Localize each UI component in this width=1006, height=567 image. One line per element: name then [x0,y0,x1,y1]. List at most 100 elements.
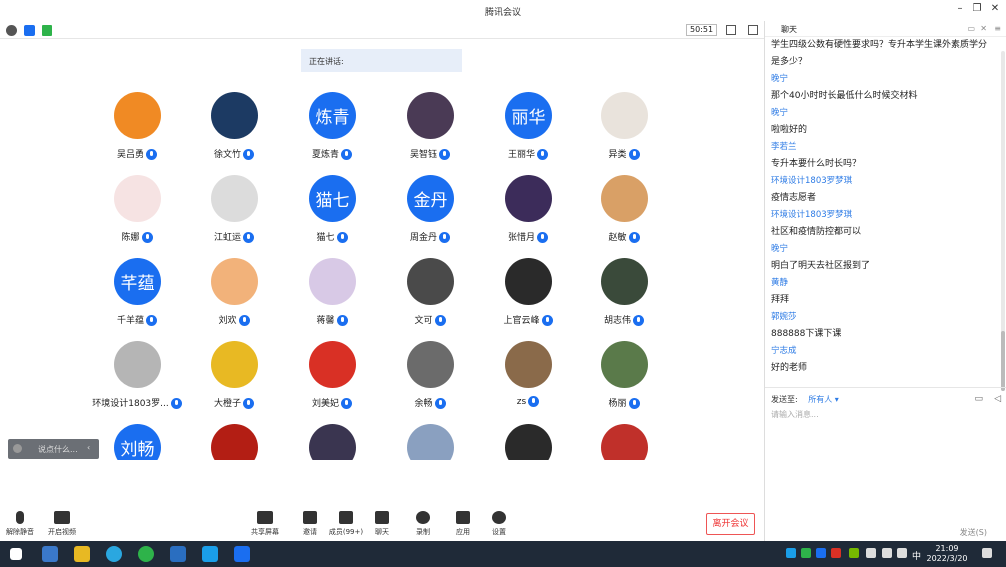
close-chat-icon[interactable]: ✕ [980,24,987,33]
participant-tile[interactable]: zs [479,341,577,421]
volume-icon[interactable] [897,548,907,558]
maximize-icon[interactable]: ❐ [970,3,984,14]
edge-icon[interactable] [106,546,122,562]
chevron-down-icon[interactable]: ▾ [835,395,839,404]
apps-button[interactable]: 应用 [448,511,478,537]
app-icon-2[interactable] [202,546,218,562]
close-icon[interactable]: ✕ [988,3,1002,14]
avatar [114,175,161,222]
chat-input[interactable]: 请输入消息... [771,409,819,420]
windows-start-icon[interactable] [10,548,22,560]
settings-button[interactable]: 设置 [484,511,514,537]
participant-name-row: 千羊蕴 [88,313,186,326]
fullscreen-icon[interactable] [726,25,736,35]
participant-tile[interactable]: 异类 [575,92,673,172]
chat-message: 拜拜 [771,295,790,305]
participant-tile[interactable]: 蒋馨 [283,258,381,338]
participant-tile[interactable]: 刘畅 [88,424,186,460]
avatar [505,258,552,305]
participant-tile[interactable]: 刘欢 [185,258,283,338]
tray-icon-1[interactable] [786,548,796,558]
participant-tile[interactable]: 炼青 夏炼青 [283,92,381,172]
signal-icon[interactable] [42,25,52,36]
leave-meeting-button[interactable]: 离开会议 [706,513,755,535]
chat-sender: 黄静 [771,278,789,288]
tray-icon-2[interactable] [801,548,811,558]
tray-icon-3[interactable] [816,548,826,558]
participant-tile[interactable]: 江虹运 [185,175,283,255]
participant-tile[interactable] [381,424,479,460]
battery-icon[interactable] [866,548,876,558]
members-button[interactable]: 成员(99+) [328,511,364,537]
participant-tile[interactable]: 赵敏 [575,175,673,255]
chat-menu-icon[interactable]: ≡ [994,24,1001,33]
layout-icon[interactable] [748,25,758,35]
tencent-meeting-icon[interactable] [234,546,250,562]
file-explorer-icon[interactable] [74,546,90,562]
participant-tile[interactable]: 吴智钰 [381,92,479,172]
invite-button[interactable]: 邀请 [295,511,325,537]
participant-tile[interactable] [575,424,673,460]
participant-tile[interactable]: 胡志伟 [575,258,673,338]
mic-icon [628,232,640,243]
participant-tile[interactable]: 刘美妃 [283,341,381,421]
share-screen-button[interactable]: 共享屏幕 [250,511,280,537]
security-shield-icon[interactable] [24,25,35,36]
send-button[interactable]: 发送(S) [960,527,987,538]
popout-icon[interactable]: ▭ [967,24,975,33]
participant-tile[interactable]: 芊蕴 千羊蕴 [88,258,186,338]
record-button[interactable]: 录制 [408,511,438,537]
participant-tile[interactable]: 上官云峰 [479,258,577,338]
chat-message: 好的老师 [771,363,808,373]
participant-name-row: 余畅 [381,396,479,409]
participant-tile[interactable]: 余畅 [381,341,479,421]
participant-name: 上官云峰 [503,316,540,326]
chat-sender: 郭婉莎 [771,312,797,322]
mute-button[interactable]: 解除静音 [4,511,36,537]
window-title: 腾讯会议 [484,8,521,18]
participant-tile[interactable]: 大橙子 [185,341,283,421]
floating-chat-input[interactable]: 说点什么... ‹ [8,439,99,459]
video-button[interactable]: 开启视频 [46,511,78,537]
participant-tile[interactable]: 猫七 猫七 [283,175,381,255]
chat-input-area: 发送至: 所有人 ▾ ▭ ◁ 请输入消息... 发送(S) [765,387,1006,541]
ime-indicator[interactable]: 中 [912,549,921,562]
folder-icon[interactable]: ▭ [974,394,983,404]
app-icon[interactable] [170,546,186,562]
participant-name: 吴智钰 [409,150,437,160]
chat-button[interactable]: 聊天 [367,511,397,537]
participant-tile[interactable]: 张惜月 [479,175,577,255]
chat-message: 明白了明天去社区报到了 [771,261,871,271]
participant-tile[interactable]: 徐文竹 [185,92,283,172]
tray-icon-4[interactable] [831,548,841,558]
participant-tile[interactable] [185,424,283,460]
participant-tile[interactable]: 环境设计1803罗... [88,341,186,421]
collapse-icon[interactable]: ‹ [87,443,90,452]
notification-icon[interactable] [982,548,992,558]
minimize-icon[interactable]: – [953,3,967,14]
wechat-icon[interactable] [138,546,154,562]
info-icon[interactable] [6,25,17,36]
screenshot-icon[interactable]: ◁ [994,394,1001,404]
emoji-icon[interactable] [13,444,22,453]
taskview-icon[interactable] [42,546,58,562]
participant-tile[interactable] [283,424,381,460]
participant-tile[interactable]: 杨丽 [575,341,673,421]
participant-tile[interactable]: 丽华 王丽华 [479,92,577,172]
invite-icon [303,511,317,524]
participant-tile[interactable]: 吴吕勇 [88,92,186,172]
chat-scrollbar[interactable] [1001,51,1005,391]
participant-tile[interactable]: 金丹 周金丹 [381,175,479,255]
participant-tile[interactable] [479,424,577,460]
system-clock[interactable]: 21:09 2022/3/20 [925,544,969,564]
participant-tile[interactable]: 文可 [381,258,479,338]
avatar: 猫七 [309,175,356,222]
nvidia-icon[interactable] [849,548,859,558]
participant-name-row: 胡志伟 [575,313,673,326]
participant-name: 异类 [608,150,627,160]
avatar-initials: 刘畅 [120,440,155,460]
send-to-select[interactable]: 所有人 [808,395,832,404]
participant-tile[interactable]: 陈娜 [88,175,186,255]
wifi-icon[interactable] [882,548,892,558]
avatar [505,175,552,222]
